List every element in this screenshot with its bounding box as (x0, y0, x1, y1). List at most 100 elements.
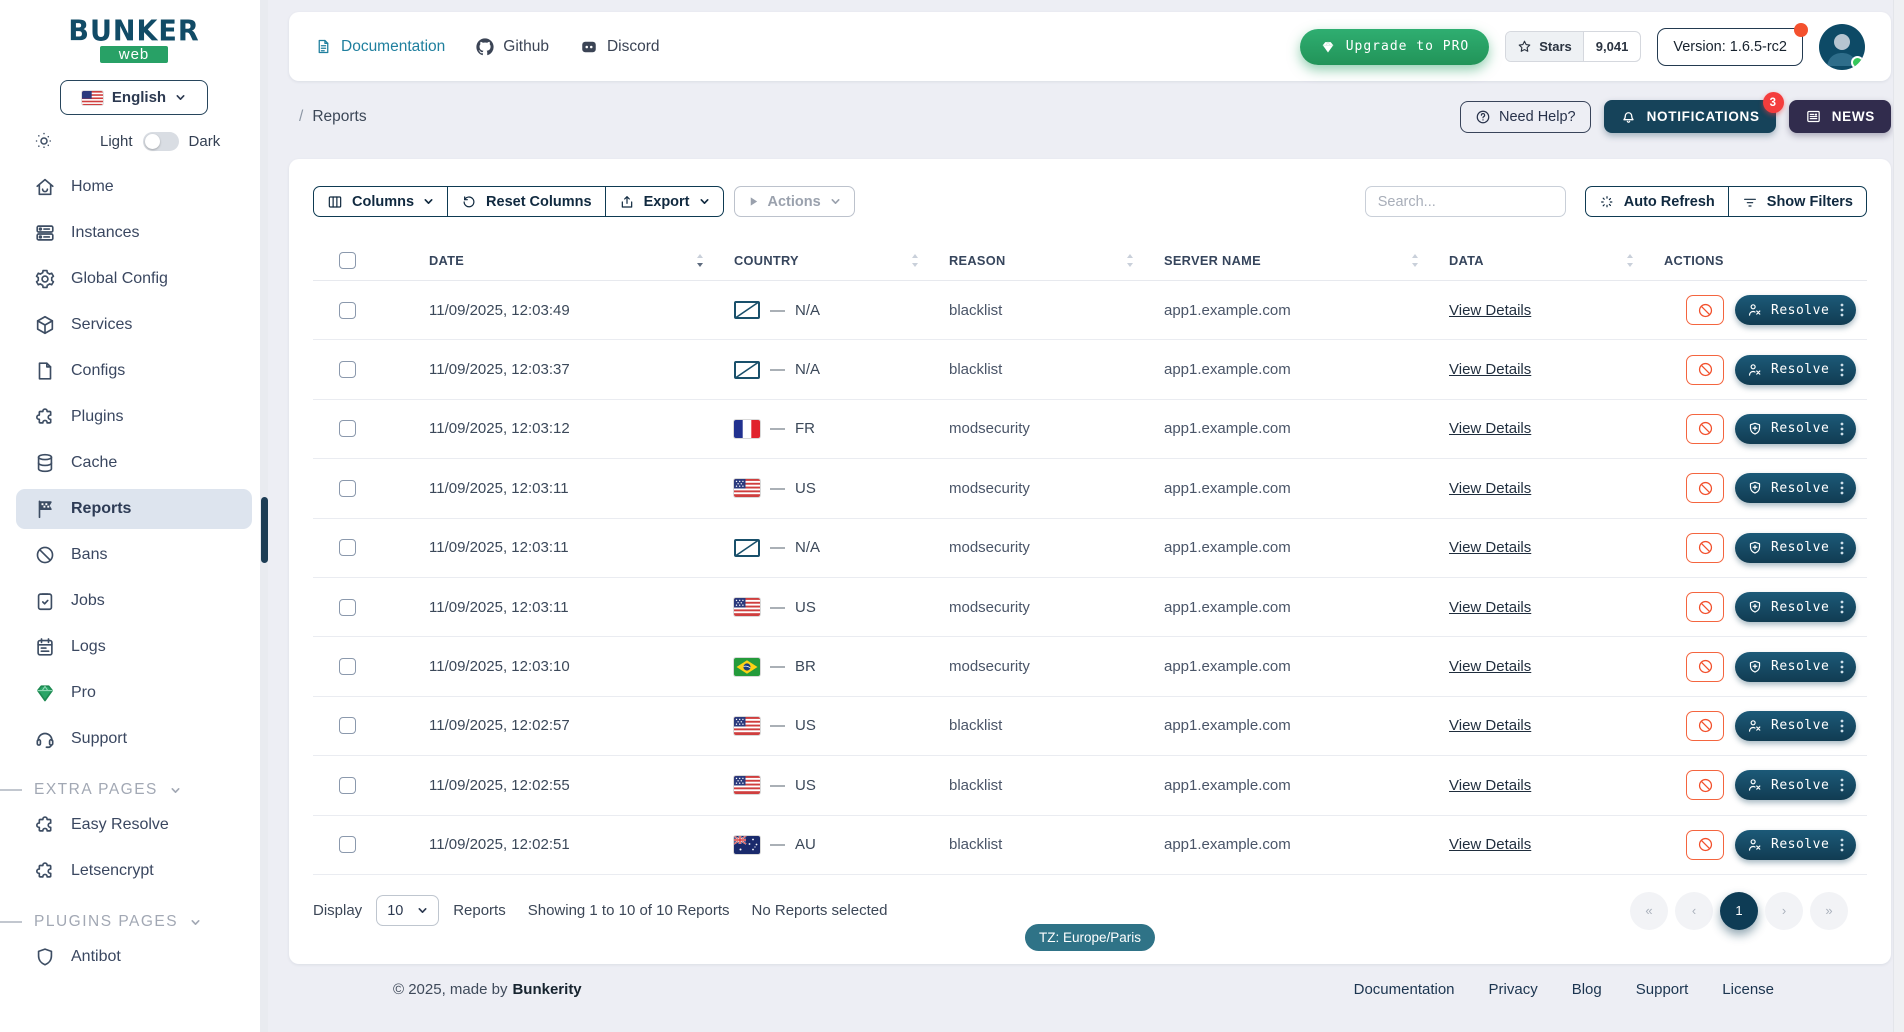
column-header-server-name[interactable]: SERVER NAME (1148, 253, 1433, 268)
view-details-link[interactable]: View Details (1449, 717, 1531, 734)
row-checkbox[interactable] (339, 836, 356, 853)
user-avatar[interactable] (1819, 24, 1865, 70)
row-checkbox[interactable] (339, 599, 356, 616)
first-page-button[interactable]: « (1630, 892, 1668, 930)
select-all-checkbox[interactable] (339, 252, 356, 269)
github-link[interactable]: Github (476, 38, 549, 56)
ban-button[interactable] (1686, 652, 1724, 682)
version-button[interactable]: Version: 1.6.5-rc2 (1657, 28, 1803, 66)
kebab-menu-icon[interactable] (1840, 541, 1844, 555)
theme-toggle[interactable] (143, 132, 179, 151)
kebab-menu-icon[interactable] (1840, 660, 1844, 674)
view-details-link[interactable]: View Details (1449, 599, 1531, 616)
resolve-button[interactable]: Resolve (1735, 295, 1856, 325)
kebab-menu-icon[interactable] (1840, 481, 1844, 495)
ban-button[interactable] (1686, 414, 1724, 444)
column-header-date[interactable]: DATE (413, 253, 718, 268)
kebab-menu-icon[interactable] (1840, 303, 1844, 317)
sidebar-section-plugins-pages[interactable]: PLUGINS PAGES (0, 913, 268, 931)
page-scrollbar[interactable] (1893, 0, 1904, 1032)
github-stars-badge[interactable]: Stars 9,041 (1505, 31, 1641, 62)
search-input[interactable] (1365, 186, 1566, 217)
export-button[interactable]: Export (606, 186, 724, 217)
resolve-button[interactable]: Resolve (1735, 770, 1856, 800)
reset-columns-button[interactable]: Reset Columns (448, 186, 606, 217)
sidebar-item-support[interactable]: Support (16, 719, 252, 759)
kebab-menu-icon[interactable] (1840, 719, 1844, 733)
sidebar-item-plugins[interactable]: Plugins (16, 397, 252, 437)
view-details-link[interactable]: View Details (1449, 658, 1531, 675)
row-checkbox[interactable] (339, 777, 356, 794)
next-page-button[interactable]: › (1765, 892, 1803, 930)
page-1-button[interactable]: 1 (1720, 892, 1758, 930)
row-checkbox[interactable] (339, 658, 356, 675)
kebab-menu-icon[interactable] (1840, 600, 1844, 614)
kebab-menu-icon[interactable] (1840, 422, 1844, 436)
ban-button[interactable] (1686, 355, 1724, 385)
resolve-button[interactable]: Resolve (1735, 592, 1856, 622)
sidebar-item-antibot[interactable]: Antibot (16, 937, 252, 977)
bunkerweb-logo[interactable]: BUNKER web (54, 18, 214, 64)
footer-link-license[interactable]: License (1722, 981, 1774, 998)
sidebar-section-extra-pages[interactable]: EXTRA PAGES (0, 781, 268, 799)
ban-button[interactable] (1686, 295, 1724, 325)
auto-refresh-button[interactable]: Auto Refresh (1585, 186, 1729, 217)
resolve-button[interactable]: Resolve (1735, 533, 1856, 563)
discord-link[interactable]: Discord (580, 38, 660, 56)
resolve-button[interactable]: Resolve (1735, 473, 1856, 503)
view-details-link[interactable]: View Details (1449, 361, 1531, 378)
sidebar-item-easy-resolve[interactable]: Easy Resolve (16, 805, 252, 845)
sidebar-item-home[interactable]: Home (16, 167, 252, 207)
need-help-button[interactable]: Need Help? (1460, 101, 1591, 133)
sidebar-item-services[interactable]: Services (16, 305, 252, 345)
footer-link-blog[interactable]: Blog (1572, 981, 1602, 998)
resolve-button[interactable]: Resolve (1735, 355, 1856, 385)
row-checkbox[interactable] (339, 361, 356, 378)
sidebar-item-cache[interactable]: Cache (16, 443, 252, 483)
view-details-link[interactable]: View Details (1449, 777, 1531, 794)
last-page-button[interactable]: » (1810, 892, 1848, 930)
view-details-link[interactable]: View Details (1449, 302, 1531, 319)
row-checkbox[interactable] (339, 302, 356, 319)
sidebar-item-global-config[interactable]: Global Config (16, 259, 252, 299)
column-header-country[interactable]: COUNTRY (718, 253, 933, 268)
sidebar-item-logs[interactable]: Logs (16, 627, 252, 667)
ban-button[interactable] (1686, 592, 1724, 622)
ban-button[interactable] (1686, 830, 1724, 860)
show-filters-button[interactable]: Show Filters (1729, 186, 1867, 217)
footer-link-support[interactable]: Support (1636, 981, 1689, 998)
sidebar-item-instances[interactable]: Instances (16, 213, 252, 253)
sidebar-scrollbar-thumb[interactable] (261, 497, 268, 563)
resolve-button[interactable]: Resolve (1735, 652, 1856, 682)
sidebar-item-bans[interactable]: Bans (16, 535, 252, 575)
kebab-menu-icon[interactable] (1840, 778, 1844, 792)
resolve-button[interactable]: Resolve (1735, 711, 1856, 741)
sidebar-item-reports[interactable]: Reports (16, 489, 252, 529)
row-checkbox[interactable] (339, 717, 356, 734)
documentation-link[interactable]: Documentation (315, 38, 445, 56)
sidebar-item-jobs[interactable]: Jobs (16, 581, 252, 621)
kebab-menu-icon[interactable] (1840, 838, 1844, 852)
ban-button[interactable] (1686, 533, 1724, 563)
sidebar-scrollbar[interactable] (260, 0, 268, 1032)
row-checkbox[interactable] (339, 480, 356, 497)
kebab-menu-icon[interactable] (1840, 363, 1844, 377)
column-header-data[interactable]: DATA (1433, 253, 1648, 268)
resolve-button[interactable]: Resolve (1735, 830, 1856, 860)
resolve-button[interactable]: Resolve (1735, 414, 1856, 444)
ban-button[interactable] (1686, 711, 1724, 741)
columns-button[interactable]: Columns (313, 186, 448, 217)
footer-link-privacy[interactable]: Privacy (1489, 981, 1538, 998)
ban-button[interactable] (1686, 473, 1724, 503)
previous-page-button[interactable]: ‹ (1675, 892, 1713, 930)
row-checkbox[interactable] (339, 420, 356, 437)
view-details-link[interactable]: View Details (1449, 539, 1531, 556)
sidebar-item-letsencrypt[interactable]: Letsencrypt (16, 851, 252, 891)
page-size-select[interactable]: 10 (376, 895, 439, 926)
column-header-reason[interactable]: REASON (933, 253, 1148, 268)
view-details-link[interactable]: View Details (1449, 836, 1531, 853)
view-details-link[interactable]: View Details (1449, 480, 1531, 497)
news-button[interactable]: NEWS (1789, 100, 1891, 133)
view-details-link[interactable]: View Details (1449, 420, 1531, 437)
row-checkbox[interactable] (339, 539, 356, 556)
